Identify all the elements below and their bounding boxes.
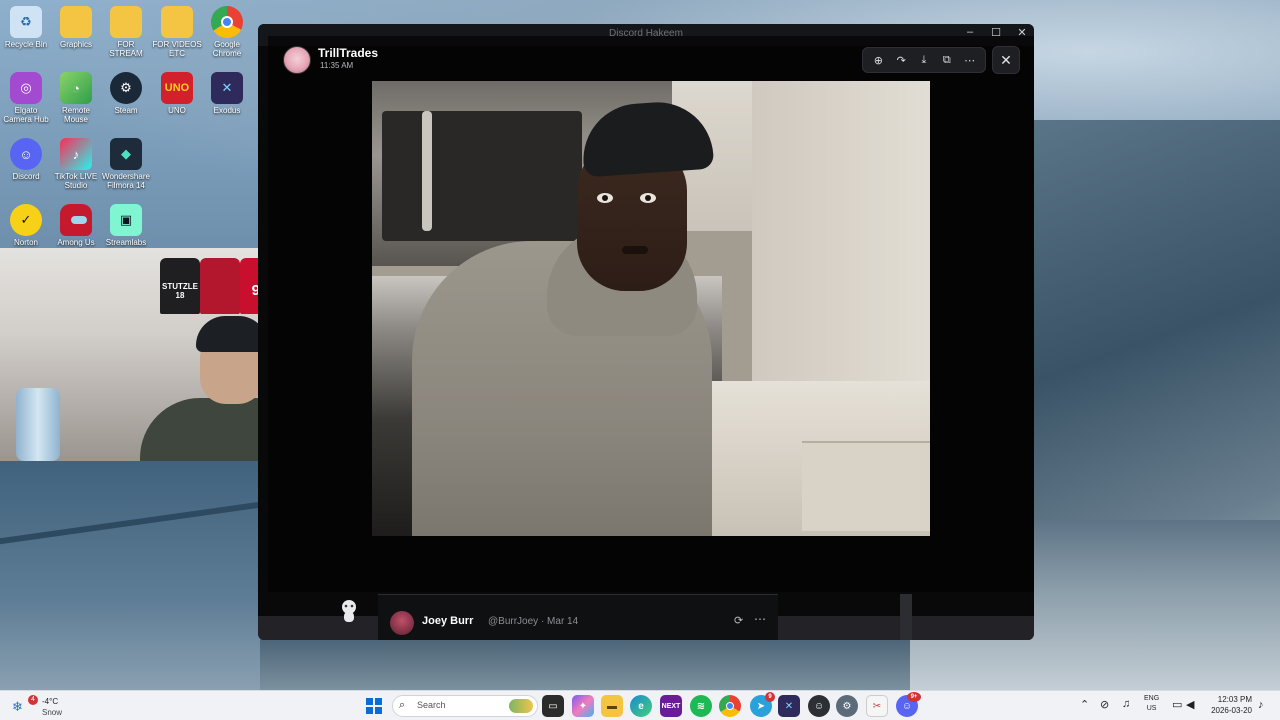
chrome-icon: [211, 6, 243, 38]
notification-bell-icon[interactable]: ♪: [1258, 699, 1264, 711]
repost-icon[interactable]: ⟳: [734, 614, 743, 627]
streamlabs-icon: ▣: [110, 204, 142, 236]
weather-badge: 4: [28, 695, 38, 705]
desktop-icon-steam[interactable]: ⚙ Steam: [100, 68, 152, 115]
telegram-icon[interactable]: ➤ 9: [750, 692, 775, 717]
jersey: [200, 258, 240, 314]
desktop-icon-discord[interactable]: ☺ Discord: [0, 134, 52, 181]
ghost-avatar: [338, 598, 360, 624]
copilot-icon[interactable]: ✦: [572, 695, 594, 717]
desktop-icon-uno[interactable]: UNO UNO: [151, 68, 203, 115]
media-image[interactable]: [372, 81, 930, 536]
snow-icon: ❄: [12, 699, 23, 714]
sender-name[interactable]: TrillTrades: [318, 46, 378, 60]
filmora-icon: ◆: [110, 138, 142, 170]
wallpaper-floor: [0, 460, 260, 690]
chrome-icon[interactable]: [719, 695, 741, 717]
person-eye: [640, 193, 656, 203]
desktop-icon-tiktok-live[interactable]: ♪ TikTok LIVE Studio: [50, 134, 102, 190]
feed-post[interactable]: Joey Burr @BurrJoey · Mar 14 ⟳ ⋯: [378, 594, 778, 640]
desktop-icon-elgato[interactable]: ◎ Elgato Camera Hub: [0, 68, 52, 124]
discord-icon[interactable]: ☺ 9+: [896, 692, 921, 717]
desktop-icon-for-videos[interactable]: FOR VIDEOS ETC: [151, 2, 203, 58]
system-clock[interactable]: 12:03 PM 2026-03-20: [1206, 694, 1252, 716]
desktop-icon-streamlabs[interactable]: ▣ Streamlabs: [100, 200, 152, 247]
settings-icon[interactable]: ⚙: [836, 695, 858, 717]
desktop-icon-among-us[interactable]: Among Us: [50, 200, 102, 247]
search-icon: ⌕: [399, 699, 406, 711]
edge-icon[interactable]: e: [630, 695, 652, 717]
elgato-icon: ◎: [10, 72, 42, 104]
exodus-icon[interactable]: ✕: [778, 695, 800, 717]
weather-widget[interactable]: ❄ 4 -4°C Snow: [10, 695, 90, 719]
among-us-icon: [60, 204, 92, 236]
close-icon: ✕: [1000, 51, 1012, 68]
post-handle: @BurrJoey · Mar 14: [488, 616, 579, 627]
desktop-icon-recycle-bin[interactable]: ♻ Recycle Bin: [0, 2, 52, 49]
download-icon[interactable]: ⤓: [914, 54, 934, 67]
weather-temperature: -4°C: [42, 697, 59, 706]
desktop-icon-norton[interactable]: ✓ Norton: [0, 200, 52, 247]
weather-condition: Snow: [42, 708, 63, 717]
desktop-icon-for-stream[interactable]: FOR STREAM: [100, 2, 152, 58]
kick-next-icon[interactable]: NEXT: [660, 695, 682, 717]
wallpaper-ground: [260, 640, 910, 690]
microphone-icon[interactable]: ♫: [1122, 698, 1130, 710]
person-eye: [597, 193, 613, 203]
network-off-icon[interactable]: ⊘: [1100, 698, 1109, 711]
snipping-tool-icon[interactable]: ✂: [866, 695, 888, 717]
drawer: [802, 441, 930, 531]
notification-badge: 9+: [907, 692, 921, 702]
discord-ptb-icon[interactable]: ☺: [808, 695, 830, 717]
taskbar: ❄ 4 -4°C Snow ⌕ Search ▭ ✦ ▬ e NEXT ≋ ➤ …: [0, 690, 1280, 720]
notification-badge: 9: [765, 692, 775, 702]
more-icon[interactable]: ⋯: [754, 612, 766, 626]
search-highlight-icon: [509, 699, 533, 713]
chevron-up-icon[interactable]: ⌃: [1080, 698, 1089, 711]
volume-icon[interactable]: ◀: [1186, 698, 1194, 711]
display-icon[interactable]: ▭: [1172, 698, 1182, 711]
forward-icon[interactable]: ↷: [891, 54, 911, 67]
tiktok-icon: ♪: [60, 138, 92, 170]
desktop-icon-graphics[interactable]: Graphics: [50, 2, 102, 49]
file-explorer-icon[interactable]: ▬: [601, 695, 623, 717]
person-mouth: [622, 246, 648, 254]
folder-icon: [161, 6, 193, 38]
discord-icon: ☺: [10, 138, 42, 170]
desktop-icon-chrome[interactable]: Google Chrome: [201, 2, 253, 58]
remote-mouse-icon: ◔: [60, 72, 92, 104]
search-placeholder: Search: [417, 700, 446, 710]
desktop-icon-exodus[interactable]: ✕ Exodus: [201, 68, 253, 115]
viewer-toolbar: ⊕ ↷ ⤓ ⧉ ⋯: [862, 47, 986, 73]
exodus-icon: ✕: [211, 72, 243, 104]
desktop-icon-filmora[interactable]: ◆ Wondershare Filmora 14: [100, 134, 152, 190]
norton-icon: ✓: [10, 204, 42, 236]
taskbar-search[interactable]: ⌕ Search: [392, 695, 538, 717]
water-bottle: [16, 388, 60, 461]
zoom-in-icon[interactable]: ⊕: [868, 54, 888, 67]
close-viewer-button[interactable]: ✕: [992, 46, 1020, 74]
open-external-icon[interactable]: ⧉: [937, 54, 957, 67]
avatar[interactable]: [390, 611, 414, 635]
desktop-icon-remote-mouse[interactable]: ◔ Remote Mouse: [50, 68, 102, 124]
spotify-icon[interactable]: ≋: [690, 695, 712, 717]
start-button[interactable]: [366, 698, 382, 714]
task-view-icon[interactable]: ▭: [542, 695, 564, 717]
recycle-bin-icon: ♻: [10, 6, 42, 38]
scrollbar[interactable]: [900, 594, 912, 640]
more-icon[interactable]: ⋯: [960, 54, 980, 67]
folder-icon: [60, 6, 92, 38]
message-timestamp: 11:35 AM: [320, 61, 354, 70]
folder-icon: [110, 6, 142, 38]
language-indicator[interactable]: ENG US: [1144, 694, 1159, 714]
desktop-icons: ♻ Recycle Bin Graphics FOR STREAM FOR VI…: [0, 0, 260, 250]
avatar[interactable]: [283, 46, 311, 74]
uno-icon: UNO: [161, 72, 193, 104]
steam-icon: ⚙: [110, 72, 142, 104]
jersey: STUTZLE 18: [160, 258, 200, 314]
post-author[interactable]: Joey Burr: [422, 615, 473, 627]
